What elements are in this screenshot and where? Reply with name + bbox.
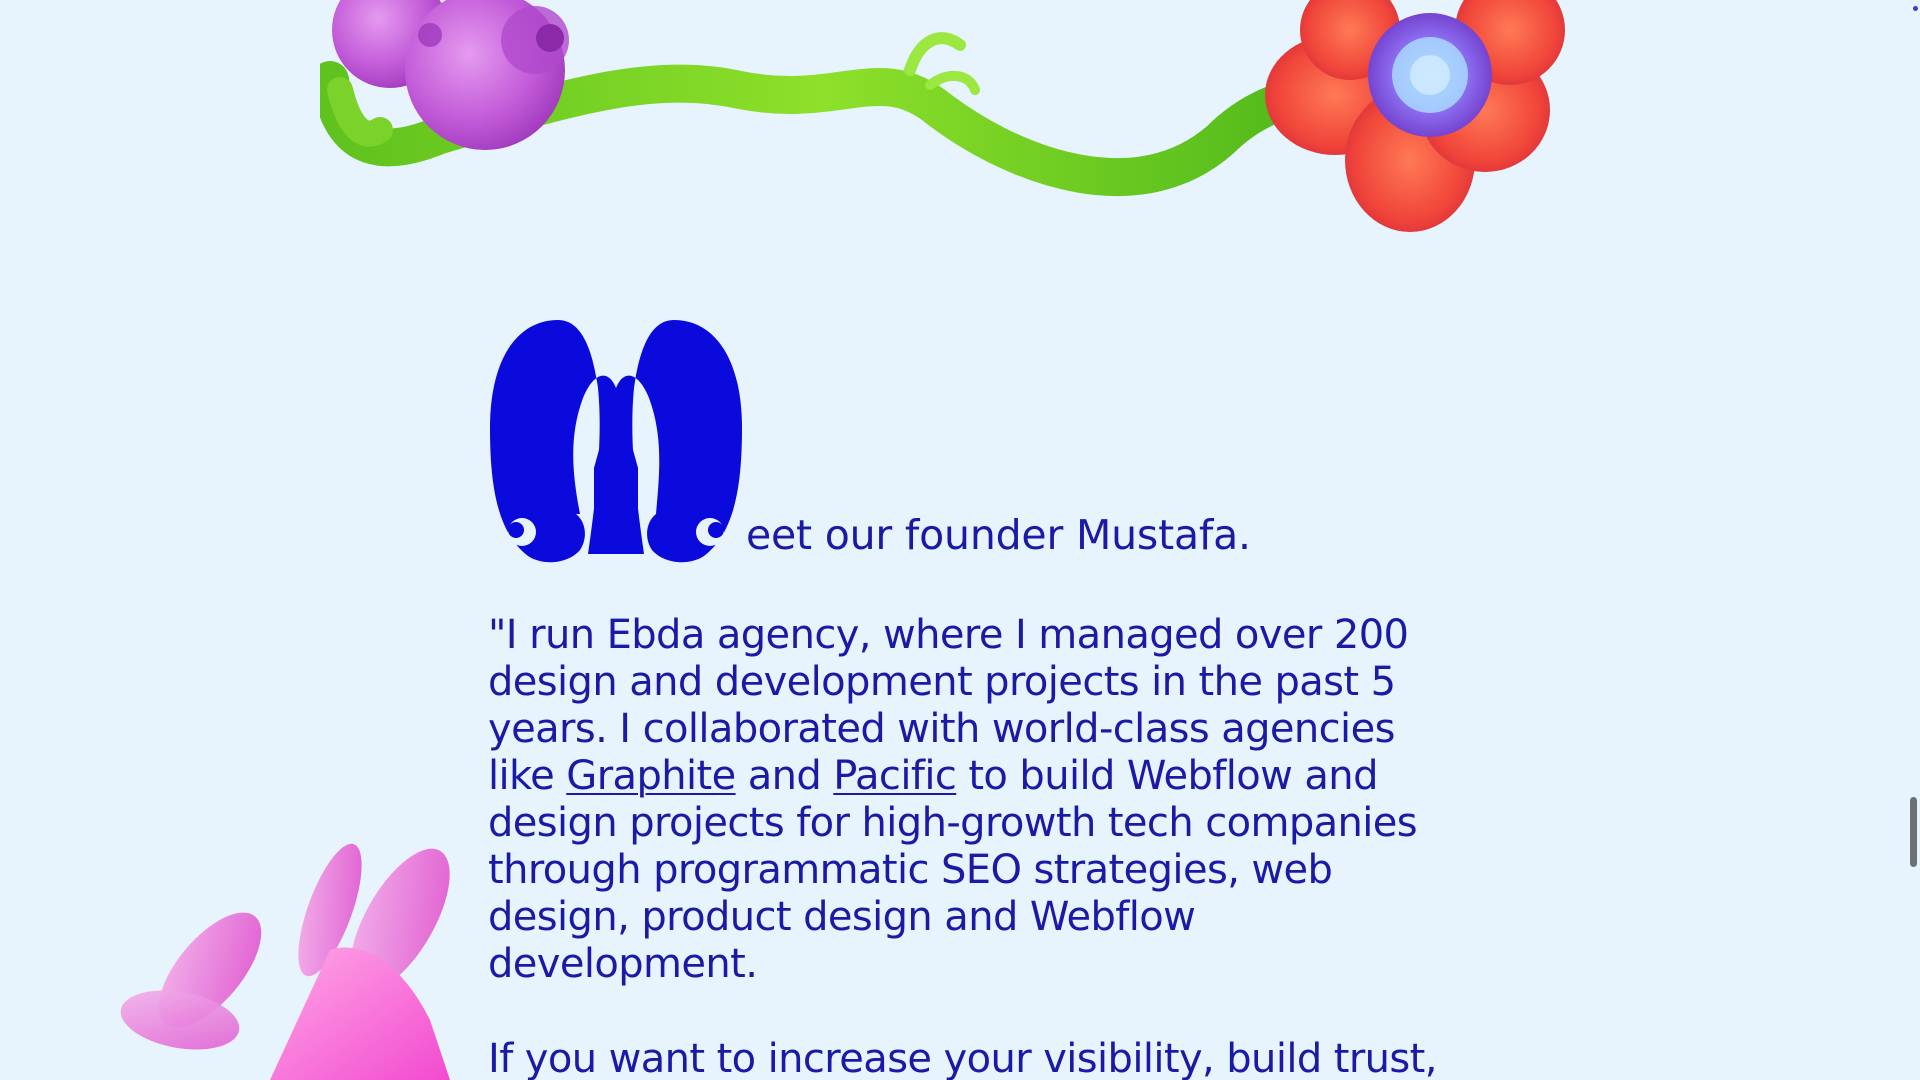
- scrollbar-thumb[interactable]: [1910, 797, 1917, 867]
- founder-quote: "I run Ebda agency, where I managed over…: [488, 612, 1448, 988]
- heading-text: eet our founder Mustafa.: [746, 511, 1251, 559]
- pacific-link[interactable]: Pacific: [833, 753, 957, 799]
- quote-and-text: and: [735, 753, 834, 799]
- founder-heading: M eet our founder Mustafa.: [488, 318, 1448, 564]
- scrollbar-indicator-dot: [1913, 6, 1918, 11]
- dropcap-letter: M: [488, 318, 489, 319]
- pink-flower-illustration: [120, 843, 450, 1080]
- page-scrollbar[interactable]: [1904, 0, 1920, 1080]
- founder-section: M eet our founder Mustafa. "I run Ebda a…: [488, 318, 1448, 1080]
- dropcap-m: M: [488, 318, 742, 563]
- cta-paragraph: If you want to increase your visibility,…: [488, 1036, 1437, 1080]
- flower-vine-illustration: [320, 0, 1565, 232]
- graphite-link[interactable]: Graphite: [566, 753, 736, 799]
